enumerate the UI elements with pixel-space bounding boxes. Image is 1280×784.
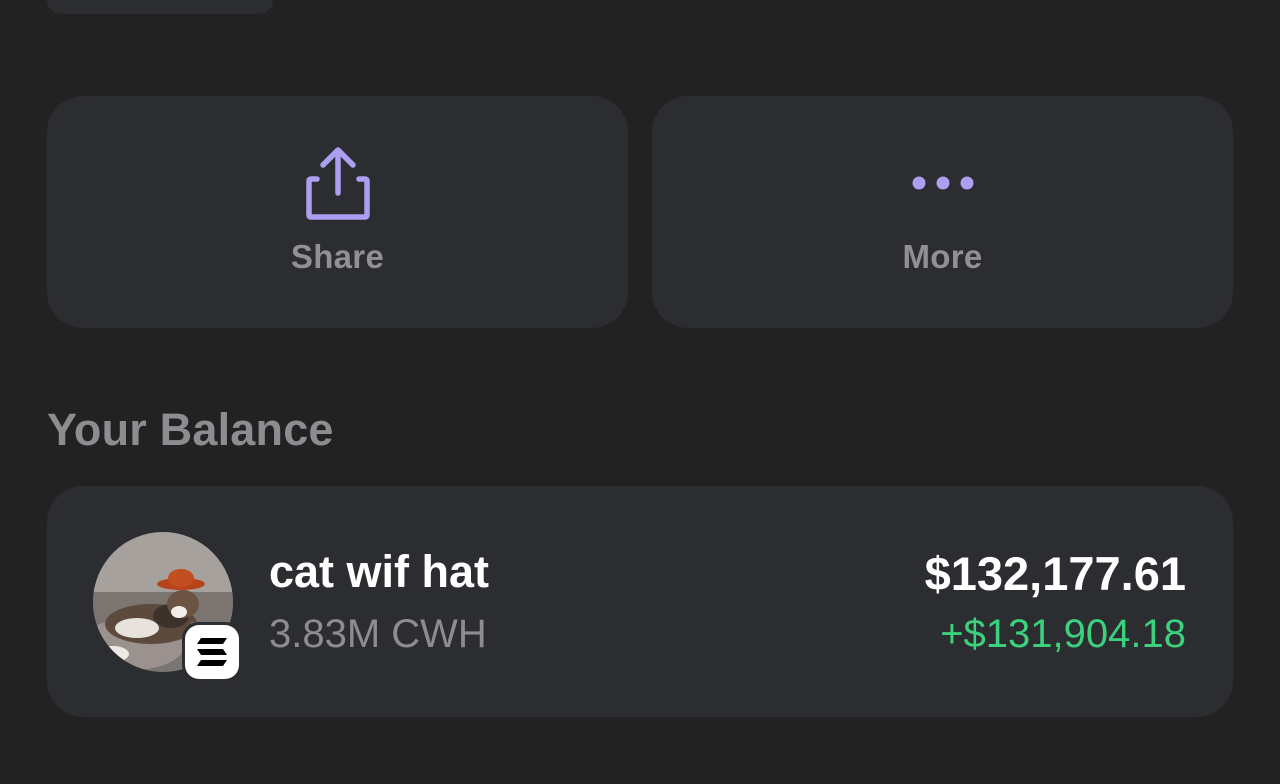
token-value: $132,177.61 <box>924 547 1186 600</box>
solana-icon <box>185 625 239 679</box>
more-label: More <box>902 238 983 275</box>
previous-card-edge <box>47 0 273 14</box>
more-dots-icon <box>908 144 978 222</box>
share-button[interactable]: Share <box>47 96 628 328</box>
section-title: Your Balance <box>47 404 334 455</box>
share-icon <box>303 144 373 222</box>
token-amount: 3.83M CWH <box>269 612 487 656</box>
token-detail-page: Share More Your Balance cat wif hat 3.83… <box>0 0 1280 784</box>
share-label: Share <box>290 238 385 275</box>
token-balance-row[interactable]: cat wif hat 3.83M CWH $132,177.61 +$131,… <box>47 486 1233 717</box>
token-change: +$131,904.18 <box>940 612 1186 656</box>
token-name: cat wif hat <box>269 546 490 597</box>
more-button[interactable]: More <box>652 96 1233 328</box>
